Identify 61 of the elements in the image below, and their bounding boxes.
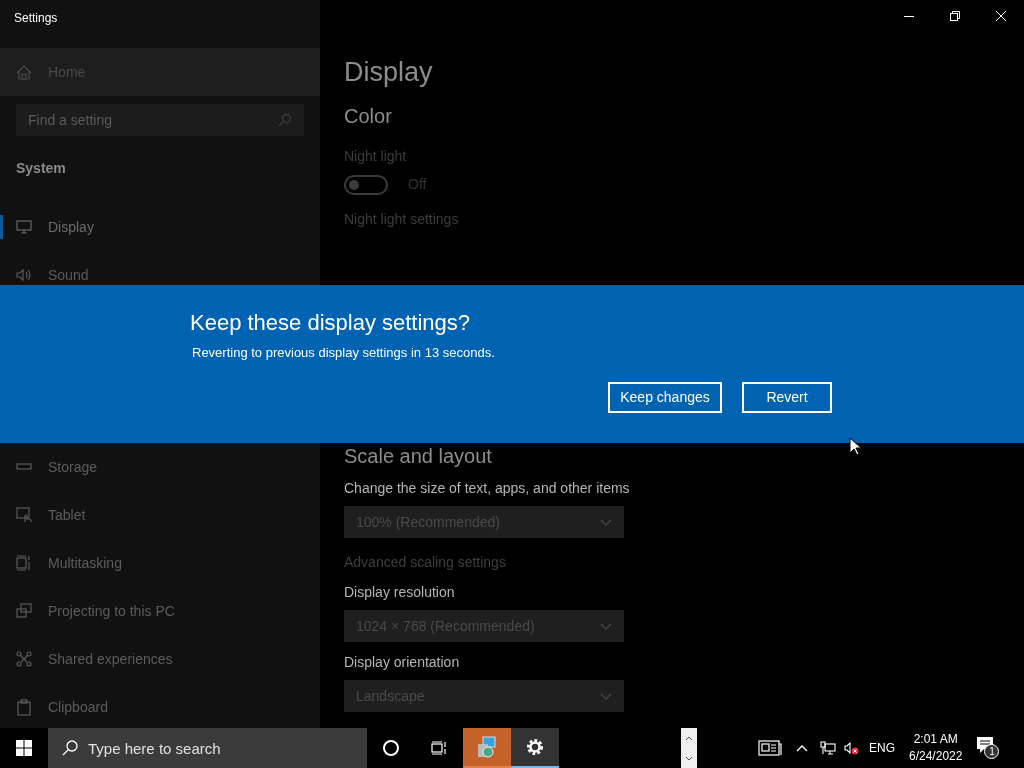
chevron-down-icon — [600, 692, 612, 700]
search-icon — [62, 740, 78, 756]
window-title: Settings — [13, 10, 59, 27]
setting-label: Night light — [344, 147, 408, 166]
chevron-down-icon — [600, 622, 612, 630]
gear-icon — [526, 738, 544, 756]
taskbar-search-field[interactable]: Type here to search — [48, 728, 367, 768]
close-icon — [996, 11, 1006, 21]
page-title: Display — [344, 56, 434, 89]
dialog-button[interactable]: Revert — [742, 381, 832, 413]
link[interactable]: Night light settings — [344, 209, 1024, 229]
network-icon[interactable] — [820, 741, 836, 755]
section-heading: Color — [344, 104, 393, 128]
chevron-up-icon[interactable] — [796, 744, 808, 752]
news-icon[interactable] — [758, 740, 782, 756]
search-field[interactable]: Find a setting — [16, 104, 304, 136]
section-heading: System — [15, 159, 67, 178]
task-view-icon — [431, 741, 447, 755]
notification-button[interactable]: 1 — [976, 736, 1001, 760]
selection-bar — [0, 215, 3, 239]
nav-item[interactable]: Tablet — [0, 503, 320, 527]
field-label: Display resolution — [344, 583, 456, 602]
monitor-icon — [16, 220, 32, 234]
windows-logo-icon — [16, 740, 32, 756]
minimize-icon — [904, 15, 914, 17]
nav-item[interactable]: Display — [0, 215, 320, 239]
section-heading: Scale and layout — [344, 444, 492, 468]
field-label: Display orientation — [344, 653, 461, 672]
installer-icon — [475, 735, 499, 759]
chevron-down-icon — [600, 518, 612, 526]
mouse-cursor-icon — [849, 437, 861, 456]
chevron-down-icon — [685, 755, 693, 761]
notification-badge: 1 — [984, 744, 1000, 759]
taskbar-app-button[interactable] — [511, 728, 559, 768]
projecting-icon — [16, 603, 32, 619]
chevron-up-icon — [685, 735, 693, 741]
nav-item[interactable]: Storage — [0, 455, 320, 479]
home-icon — [16, 64, 32, 80]
dialog-title: Keep these display settings? — [190, 309, 471, 337]
tablet-touch-icon — [16, 507, 32, 523]
link[interactable]: Advanced scaling settings — [344, 552, 1024, 572]
nav-item[interactable]: Clipboard — [0, 695, 320, 719]
restore-icon — [950, 11, 960, 21]
circle-icon — [383, 740, 399, 756]
dialog-message: Reverting to previous display settings in 13 seconds. — [192, 344, 495, 362]
field-label: Change the size of text, apps, and other items — [344, 479, 631, 498]
toggle-switch[interactable] — [344, 174, 388, 195]
language-indicator[interactable]: ENG — [869, 739, 895, 757]
nav-item[interactable]: Shared experiences — [0, 647, 320, 671]
search-icon — [278, 113, 292, 127]
multitasking-icon — [16, 555, 32, 571]
nav-item[interactable]: Multitasking — [0, 551, 320, 575]
dialog-button[interactable]: Keep changes — [608, 381, 722, 413]
speaker-icon — [16, 268, 32, 282]
shared-icon — [16, 651, 32, 667]
clock[interactable]: 2:01 AM 6/24/2022 — [909, 731, 963, 765]
muted-speaker-icon[interactable] — [844, 741, 860, 755]
drive-icon — [16, 463, 32, 471]
clipboard-icon — [16, 698, 32, 716]
nav-item[interactable]: Projecting to this PC — [0, 599, 320, 623]
nav-item[interactable]: Sound — [0, 263, 320, 287]
